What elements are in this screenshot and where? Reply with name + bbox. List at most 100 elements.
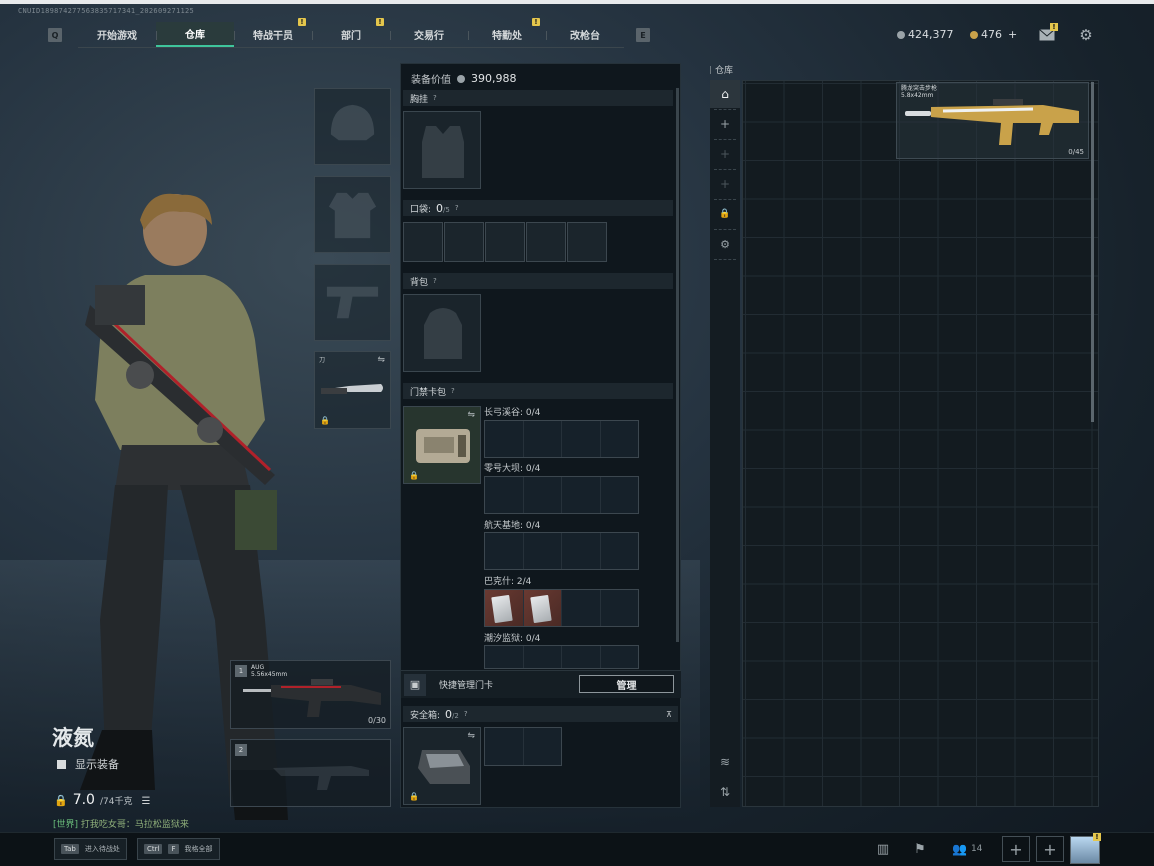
warehouse-grid[interactable] xyxy=(742,80,1099,807)
backpack-slot[interactable] xyxy=(403,294,481,372)
card-cell[interactable] xyxy=(562,646,601,668)
nav-prev-key[interactable]: Q xyxy=(48,28,62,42)
silver-currency: 424,377 xyxy=(897,28,954,41)
keycard-manage-icon: ▣ xyxy=(404,673,426,696)
layers-button[interactable]: ≋ xyxy=(710,748,740,776)
pocket-slot[interactable] xyxy=(526,222,566,262)
secondary-weapon-slot[interactable]: 2 xyxy=(230,739,391,807)
safebox-slot[interactable]: ⇋ 🔒 xyxy=(403,727,481,805)
pocket-slot[interactable] xyxy=(444,222,484,262)
keycard-item[interactable] xyxy=(523,590,562,626)
card-cell[interactable] xyxy=(524,421,562,457)
tab-warehouse[interactable]: 仓库 xyxy=(156,22,234,47)
friends-button[interactable]: 👥 14 xyxy=(952,842,982,856)
tab-special-ops[interactable]: 特勤处! xyxy=(468,18,546,47)
swap-icon[interactable]: ⇋ xyxy=(467,731,475,741)
swap-icon[interactable]: ⇋ xyxy=(467,410,475,420)
warehouse-item-rifle[interactable]: 腾龙突击步枪 5.8x42mm 0/45 xyxy=(896,82,1089,159)
tab-start-game[interactable]: 开始游戏 xyxy=(78,22,156,47)
card-cell[interactable] xyxy=(485,421,524,457)
armor-slot[interactable] xyxy=(314,176,391,253)
tab-label: 部门 xyxy=(341,31,361,42)
chat-line[interactable]: [世界] 打我吃女哥：马拉松监狱来 xyxy=(53,817,189,830)
sort-button[interactable]: ⇅ xyxy=(710,778,740,806)
manage-button[interactable]: 管理 xyxy=(579,675,674,693)
warehouse-home-tab[interactable]: ⌂ xyxy=(710,80,740,108)
show-equipment-toggle[interactable]: 显示装备 xyxy=(57,756,119,772)
keycard-row-longbow[interactable] xyxy=(484,420,639,458)
keycard-row-bakesh[interactable] xyxy=(484,589,639,627)
chest-rig-slot[interactable] xyxy=(403,111,481,189)
card-cell[interactable] xyxy=(524,533,562,569)
nav-next-key[interactable]: E xyxy=(636,28,650,42)
card-cell[interactable] xyxy=(485,533,524,569)
list-icon[interactable]: ☰ xyxy=(141,796,150,807)
melee-slot[interactable]: 刀 ⇋ 🔒 xyxy=(314,351,391,429)
keycard-row-tidal-prison[interactable] xyxy=(484,645,639,669)
chest-rig-label: 胸挂 xyxy=(410,94,429,105)
add-tab-button-disabled[interactable]: + xyxy=(710,170,740,198)
card-cell[interactable] xyxy=(485,646,524,668)
tab-gunsmith[interactable]: 改枪台 xyxy=(546,22,624,47)
checkbox[interactable] xyxy=(57,759,66,769)
friends-icon: 👥 xyxy=(952,842,967,856)
help-icon[interactable]: ? xyxy=(455,204,459,212)
keycard-row-space-base[interactable] xyxy=(484,532,639,570)
lock-icon: 🔒 xyxy=(719,209,731,219)
keycard-item[interactable] xyxy=(485,590,524,626)
loadout-scrollbar[interactable] xyxy=(676,88,679,642)
card-cell[interactable] xyxy=(562,477,601,513)
card-cell[interactable] xyxy=(562,421,601,457)
card-cell[interactable] xyxy=(601,477,639,513)
card-cell[interactable] xyxy=(562,533,601,569)
safebox-count: 0/2 xyxy=(445,708,459,721)
card-cell[interactable] xyxy=(524,477,562,513)
invite-slot-button[interactable]: + xyxy=(1036,836,1064,862)
pocket-slot[interactable] xyxy=(485,222,525,262)
silver-coin-icon xyxy=(897,30,905,39)
stats-button[interactable]: ▥ xyxy=(870,838,896,860)
add-tab-button-disabled[interactable]: + xyxy=(710,140,740,168)
pocket-slot[interactable] xyxy=(567,222,607,262)
help-icon[interactable]: ? xyxy=(451,387,455,395)
pocket-slot[interactable] xyxy=(403,222,443,262)
warehouse-scrollbar[interactable] xyxy=(1091,82,1094,422)
safebox-cell[interactable] xyxy=(524,728,562,765)
pin-icon[interactable]: ⊼ xyxy=(666,710,672,719)
help-icon[interactable]: ? xyxy=(433,94,437,102)
locked-tab[interactable]: 🔒 xyxy=(710,200,740,228)
pistol-slot[interactable] xyxy=(314,264,391,341)
enter-prep-hotkey[interactable]: Tab 进入待战处 xyxy=(54,838,127,860)
card-cell[interactable] xyxy=(601,590,639,626)
mail-button[interactable]: ! xyxy=(1036,23,1058,45)
tab-trading[interactable]: 交易行 xyxy=(390,22,468,47)
tab-operators[interactable]: 特战干员! xyxy=(234,18,312,47)
safebox-cell[interactable] xyxy=(485,728,524,765)
swap-icon[interactable]: ⇋ xyxy=(377,355,385,365)
card-cell[interactable] xyxy=(524,646,562,668)
primary-weapon-slot[interactable]: 1 AUG 5.56x45mm 0/30 xyxy=(230,660,391,729)
keycard-row-dam[interactable] xyxy=(484,476,639,514)
invite-slot-button[interactable]: + xyxy=(1002,836,1030,862)
help-icon[interactable]: ? xyxy=(433,277,437,285)
gold-add-icon[interactable]: + xyxy=(1008,28,1017,41)
friends-count: 14 xyxy=(970,844,983,854)
add-tab-button[interactable]: + xyxy=(710,110,740,138)
gold-currency[interactable]: 476 + xyxy=(970,28,1017,41)
help-icon[interactable]: ? xyxy=(464,710,468,718)
gold-coin-icon xyxy=(970,30,978,39)
flag-button[interactable]: ⚑ xyxy=(907,838,933,860)
card-cell[interactable] xyxy=(601,646,639,668)
select-all-hotkey[interactable]: Ctrl F 我格全部 xyxy=(137,838,220,860)
player-avatar[interactable]: ! xyxy=(1070,833,1101,864)
tab-department[interactable]: 部门! xyxy=(312,18,390,47)
card-cell[interactable] xyxy=(485,477,524,513)
warehouse-settings-tab[interactable]: ⚙ xyxy=(710,230,740,258)
safebox-storage[interactable] xyxy=(484,727,562,766)
card-cell[interactable] xyxy=(562,590,601,626)
keycard-pack-slot[interactable]: ⇋ 🔒 xyxy=(403,406,481,484)
card-cell[interactable] xyxy=(601,533,639,569)
card-cell[interactable] xyxy=(601,421,639,457)
helmet-slot[interactable] xyxy=(314,88,391,165)
settings-button[interactable]: ⚙ xyxy=(1075,25,1097,45)
